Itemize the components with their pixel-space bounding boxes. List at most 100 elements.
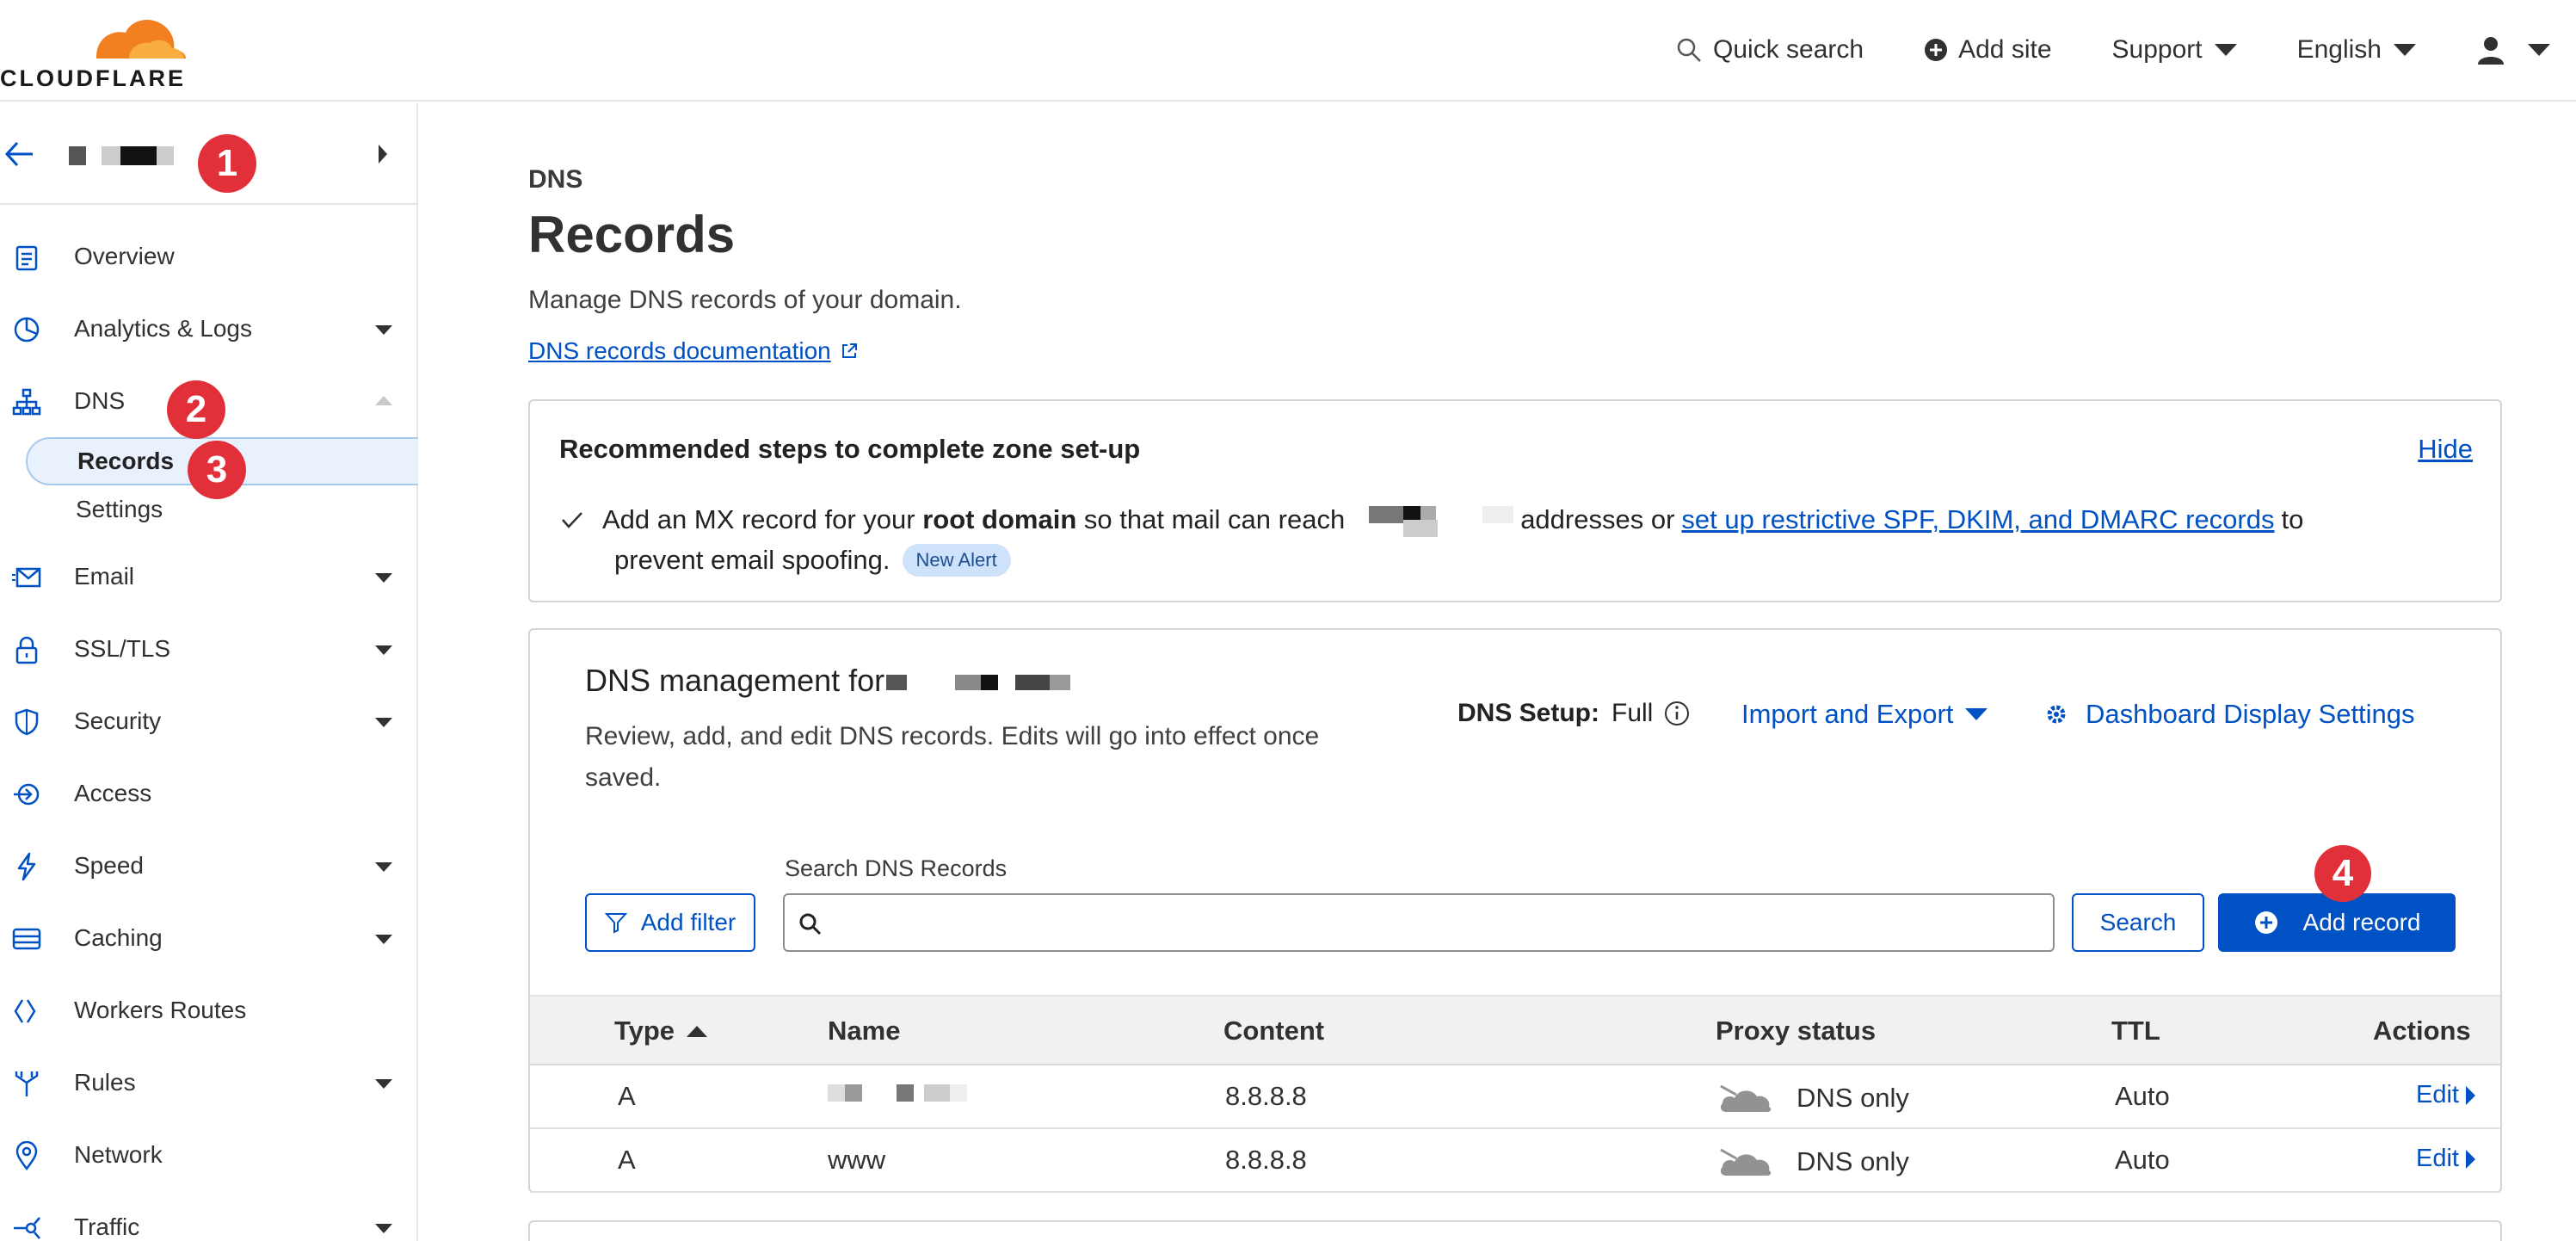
- add-filter-button[interactable]: Add filter: [585, 893, 755, 952]
- sidebar-item-label: Traffic: [74, 1213, 140, 1240]
- proxy-status-label: DNS only: [1796, 1146, 1909, 1176]
- sidebar-item-access[interactable]: Access: [0, 768, 416, 819]
- sidebar-item-speed[interactable]: Speed: [0, 840, 416, 892]
- edit-record-button[interactable]: Edit: [2416, 1145, 2475, 1173]
- info-icon[interactable]: [1663, 700, 1691, 727]
- edit-record-button[interactable]: Edit: [2416, 1081, 2475, 1109]
- cloudflare-logo[interactable]: CLOUDFLARE: [0, 14, 189, 91]
- user-menu[interactable]: [2476, 35, 2550, 65]
- chevron-down-icon: [2394, 44, 2416, 56]
- language-label: English: [2296, 35, 2382, 64]
- import-export-label: Import and Export: [1741, 699, 1954, 729]
- recommended-steps-card: Recommended steps to complete zone set-u…: [528, 399, 2502, 602]
- checkmark-icon: [562, 512, 582, 528]
- language-menu[interactable]: English: [2297, 35, 2416, 65]
- table-row[interactable]: A www 8.8.8.8 DNS only Auto Edit: [530, 1129, 2500, 1193]
- dashboard-display-settings-button[interactable]: Dashboard Display Settings: [2044, 699, 2415, 730]
- chevron-down-icon: [2214, 44, 2237, 56]
- recommended-text-3: addresses or: [1520, 504, 1675, 534]
- record-type: A: [618, 1081, 636, 1111]
- logo-text: CLOUDFLARE: [0, 65, 186, 91]
- annotation-badge-4: 4: [2314, 845, 2371, 902]
- record-content: 8.8.8.8: [1225, 1145, 1307, 1175]
- sidebar-item-security[interactable]: Security: [0, 695, 416, 747]
- sidebar-item-label: DNS: [74, 387, 126, 414]
- sidebar-item-overview[interactable]: Overview: [0, 231, 416, 282]
- search-dns-input[interactable]: [783, 893, 2055, 952]
- zone-selector[interactable]: 1: [0, 103, 416, 205]
- sidebar-item-email[interactable]: Email: [0, 551, 416, 602]
- column-name[interactable]: Name: [828, 1016, 900, 1047]
- cloud-logo-icon: [96, 20, 186, 59]
- annotation-badge-2: 2: [167, 380, 225, 439]
- recommended-text-5: prevent email spoofing.: [614, 545, 891, 575]
- chevron-down-icon: [375, 645, 392, 655]
- sidebar-item-label: Analytics & Logs: [74, 315, 252, 342]
- column-ttl[interactable]: TTL: [2111, 1016, 2160, 1047]
- search-button[interactable]: Search: [2072, 893, 2204, 952]
- chevron-down-icon: [375, 325, 392, 335]
- quick-search-button[interactable]: Quick search: [1675, 35, 1864, 65]
- add-filter-label: Add filter: [640, 909, 736, 935]
- recommended-text-1: Add an MX record for your: [602, 504, 915, 534]
- sidebar-item-rules[interactable]: Rules: [0, 1057, 416, 1108]
- chevron-down-icon: [2528, 44, 2550, 56]
- chevron-down-icon: [375, 718, 392, 727]
- import-export-menu[interactable]: Import and Export: [1741, 699, 1988, 730]
- dns-setup-status: DNS Setup: Full: [1457, 699, 1691, 728]
- access-arrow-icon: [14, 783, 40, 806]
- sidebar-item-caching[interactable]: Caching: [0, 912, 416, 964]
- sidebar-item-label: Access: [74, 780, 152, 806]
- sidebar-item-label: Overview: [74, 243, 175, 269]
- chevron-down-icon: [375, 862, 392, 872]
- dns-management-heading-text: DNS management for: [585, 663, 885, 698]
- record-proxy-status: DNS only: [1717, 1145, 1909, 1179]
- redacted-domain: [886, 670, 1081, 692]
- page-subtitle: Manage DNS records of your domain.: [528, 286, 962, 314]
- network-tree-icon: [12, 388, 41, 416]
- add-record-button[interactable]: Add record: [2218, 893, 2456, 952]
- recommended-text-2: so that mail can reach: [1083, 504, 1346, 534]
- clipboard-icon: [15, 245, 38, 271]
- sidebar-item-ssl-tls[interactable]: SSL/TLS: [0, 623, 416, 675]
- sidebar-item-network[interactable]: Network: [0, 1129, 416, 1181]
- edit-label: Edit: [2416, 1145, 2459, 1172]
- support-menu[interactable]: Support: [2112, 35, 2237, 65]
- dns-setup-value: Full: [1612, 699, 1654, 727]
- sidebar-item-label: Email: [74, 563, 135, 590]
- search-dns-label: Search DNS Records: [785, 855, 1008, 881]
- back-arrow-icon[interactable]: [3, 139, 34, 169]
- column-proxy-status[interactable]: Proxy status: [1716, 1016, 1876, 1047]
- search-icon: [1677, 38, 1701, 62]
- dns-docs-link[interactable]: DNS records documentation: [528, 337, 859, 365]
- sidebar-item-traffic[interactable]: Traffic: [0, 1201, 416, 1241]
- next-card-edge: [528, 1220, 2502, 1241]
- spf-dkim-dmarc-link[interactable]: set up restrictive SPF, DKIM, and DMARC …: [1681, 504, 2274, 535]
- column-content[interactable]: Content: [1223, 1016, 1324, 1047]
- top-bar: CLOUDFLARE Quick search Add site Support…: [0, 0, 2576, 102]
- page-title: Records: [528, 206, 736, 263]
- lightning-icon: [17, 852, 36, 881]
- dns-management-description: Review, add, and edit DNS records. Edits…: [585, 722, 1320, 792]
- chevron-right-icon: [2465, 1149, 2475, 1169]
- chevron-right-icon[interactable]: [379, 145, 387, 164]
- sidebar-item-label: Settings: [76, 496, 163, 522]
- sidebar-item-label: Records: [77, 448, 175, 474]
- add-site-button[interactable]: Add site: [1924, 35, 2052, 65]
- shield-icon: [15, 708, 39, 736]
- fork-icon: [15, 1071, 39, 1096]
- proxy-status-label: DNS only: [1796, 1083, 1909, 1113]
- sidebar-item-label: Speed: [74, 852, 144, 879]
- sidebar-item-analytics[interactable]: Analytics & Logs: [0, 303, 416, 355]
- traffic-icon: [14, 1217, 40, 1239]
- table-row[interactable]: A 8.8.8.8 DNS only Auto Edit: [530, 1065, 2500, 1129]
- sidebar-item-label: Caching: [74, 924, 163, 951]
- lock-icon: [15, 636, 38, 664]
- sidebar-item-workers-routes[interactable]: Workers Routes: [0, 985, 416, 1036]
- record-ttl: Auto: [2115, 1145, 2170, 1175]
- zone-name-redacted: [69, 146, 174, 165]
- column-type-label: Type: [614, 1016, 675, 1046]
- column-type[interactable]: Type: [614, 1016, 708, 1047]
- edit-label: Edit: [2416, 1081, 2459, 1108]
- hide-link[interactable]: Hide: [2418, 434, 2473, 465]
